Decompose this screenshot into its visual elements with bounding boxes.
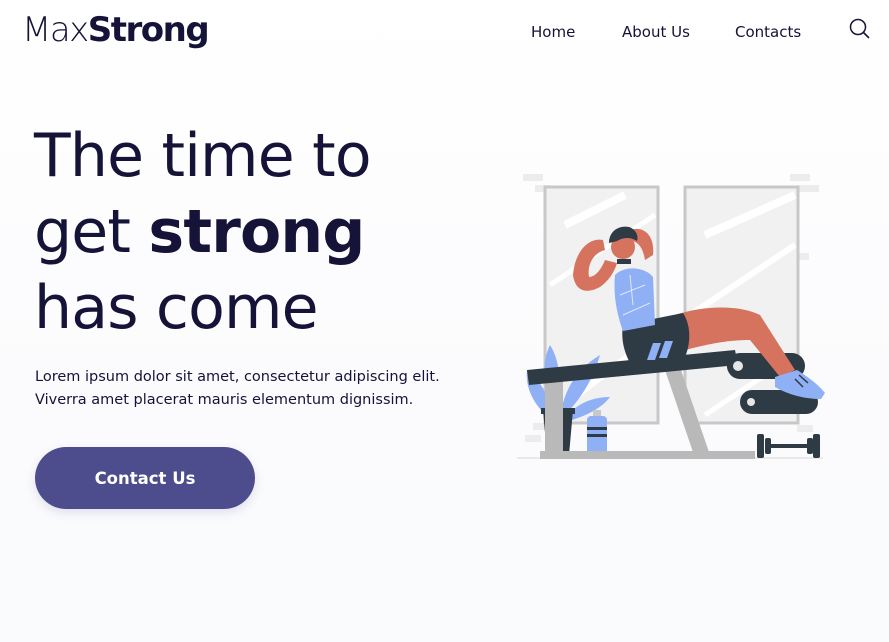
contact-us-button[interactable]: Contact Us (35, 447, 255, 509)
water-bottle (587, 410, 607, 458)
search-icon (849, 18, 870, 39)
hero-title-line-2: get strong (34, 194, 464, 270)
dumbbell (757, 434, 820, 458)
main-nav: Home About Us Contacts (0, 21, 889, 45)
nav-link-about-us[interactable]: About Us (622, 21, 690, 43)
hero-description: Lorem ipsum dolor sit amet, consectetur … (35, 366, 455, 412)
hero-title-line-1: The time to (34, 121, 372, 191)
nav-link-contacts[interactable]: Contacts (735, 21, 801, 43)
hero-description-line-1: Lorem ipsum dolor sit amet, consectetur … (35, 369, 440, 385)
hero-description-line-2: Viverra amet placerat mauris elementum d… (35, 392, 414, 408)
hero-title-line-3: has come (34, 273, 319, 343)
search-button[interactable] (846, 16, 872, 42)
nav-link-home[interactable]: Home (531, 21, 575, 43)
hero-title-emphasis: strong (148, 197, 365, 267)
workout-illustration (505, 165, 835, 465)
site-header: MaxStrong Home About Us Contacts (0, 0, 889, 64)
hero-title: The time to get strong has come (34, 118, 464, 346)
hero-title-line-2-prefix: get (34, 197, 149, 267)
workout-illustration-svg (517, 174, 825, 459)
